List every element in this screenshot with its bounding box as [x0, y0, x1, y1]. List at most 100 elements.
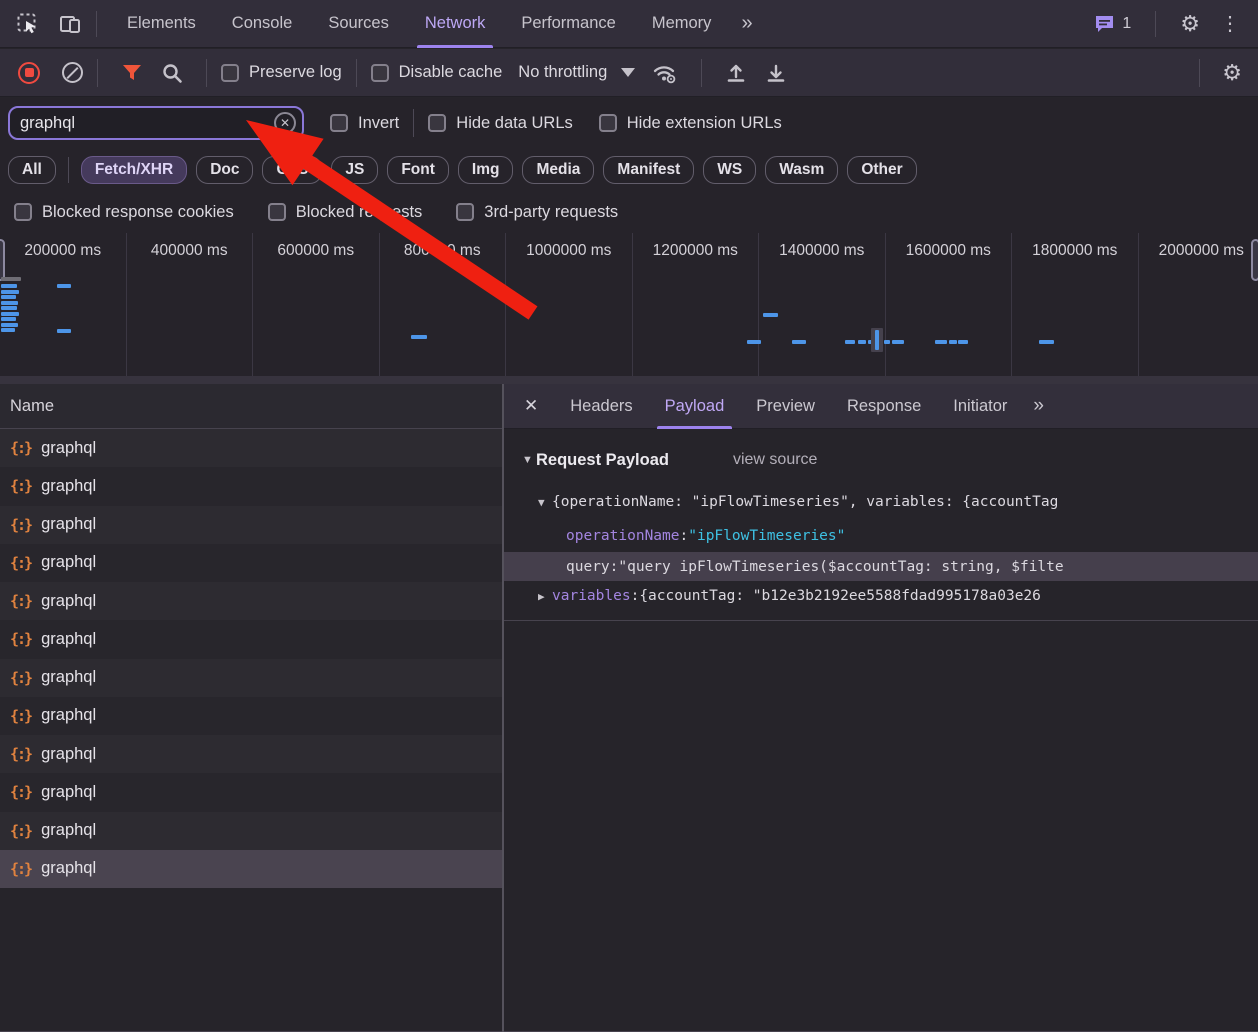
preserve-log-checkbox[interactable]: Preserve log: [221, 63, 342, 82]
inspect-element-icon[interactable]: [14, 10, 42, 38]
chip-other[interactable]: Other: [847, 156, 916, 184]
variables-line[interactable]: ▶ variables : {accountTag: "b12e3b2192ee…: [504, 582, 1258, 610]
checkbox[interactable]: [330, 114, 348, 132]
timeline-column: 1200000 ms: [633, 233, 760, 376]
timeline-divider-strip: [0, 376, 1258, 384]
request-row[interactable]: {:}graphql: [0, 429, 502, 467]
blocked-requests-checkbox[interactable]: Blocked requests: [268, 203, 423, 222]
request-row[interactable]: {:}graphql: [0, 850, 502, 888]
search-icon[interactable]: [152, 62, 192, 84]
tab-preview[interactable]: Preview: [740, 384, 831, 429]
more-detail-tabs-icon[interactable]: »: [1023, 395, 1052, 417]
checkbox[interactable]: [599, 114, 617, 132]
chip-doc[interactable]: Doc: [196, 156, 253, 184]
query-line[interactable]: query : "query ipFlowTimeseries($account…: [504, 552, 1258, 581]
timeline-tick-label: 1600000 ms: [886, 233, 1012, 260]
checkbox[interactable]: [456, 203, 474, 221]
tab-response[interactable]: Response: [831, 384, 937, 429]
checkbox[interactable]: [14, 203, 32, 221]
close-detail-icon[interactable]: ✕: [504, 396, 554, 416]
more-tabs-icon[interactable]: »: [729, 12, 762, 35]
issues-count: 1: [1122, 15, 1131, 33]
divider: [97, 59, 98, 87]
disable-cache-label: Disable cache: [399, 63, 503, 82]
import-har-icon[interactable]: [716, 62, 756, 84]
request-row[interactable]: {:}graphql: [0, 697, 502, 735]
operation-name-line[interactable]: operationName : "ipFlowTimeseries": [504, 522, 1258, 550]
request-row[interactable]: {:}graphql: [0, 506, 502, 544]
export-har-icon[interactable]: [756, 62, 796, 84]
extra-filter-checkboxes: Blocked response cookies Blocked request…: [0, 191, 1258, 233]
timeline-column: 600000 ms: [253, 233, 380, 376]
timeline-request-bar: [57, 284, 71, 288]
name-column-header[interactable]: Name: [0, 384, 502, 429]
chip-ws[interactable]: WS: [703, 156, 756, 184]
tab-elements[interactable]: Elements: [109, 0, 214, 48]
tab-initiator[interactable]: Initiator: [937, 384, 1023, 429]
payload-summary-line[interactable]: ▼ {operationName: "ipFlowTimeseries", va…: [504, 488, 1258, 516]
kebab-menu-icon[interactable]: ⋮: [1212, 11, 1248, 36]
preserve-log-label: Preserve log: [249, 63, 342, 82]
request-row[interactable]: {:}graphql: [0, 735, 502, 773]
tab-payload[interactable]: Payload: [649, 384, 741, 429]
filter-text-value: graphql: [20, 114, 75, 133]
request-row[interactable]: {:}graphql: [0, 659, 502, 697]
settings-gear-icon[interactable]: ⚙: [1172, 11, 1208, 37]
request-row[interactable]: {:}graphql: [0, 620, 502, 658]
request-name: graphql: [41, 821, 96, 840]
timeline-tick-label: 1200000 ms: [633, 233, 759, 260]
tab-console[interactable]: Console: [214, 0, 311, 48]
chip-fetch-xhr[interactable]: Fetch/XHR: [81, 156, 187, 184]
tab-sources[interactable]: Sources: [310, 0, 407, 48]
checkbox[interactable]: [371, 64, 389, 82]
divider: [356, 59, 357, 87]
issues-counter[interactable]: 1: [1086, 14, 1139, 34]
request-detail-panel: ✕ Headers Payload Preview Response Initi…: [504, 384, 1258, 1032]
network-overview-timeline[interactable]: 200000 ms400000 ms600000 ms800000 ms1000…: [0, 233, 1258, 376]
record-network-log-button[interactable]: [18, 62, 40, 84]
chip-css[interactable]: CSS: [262, 156, 322, 184]
third-party-requests-checkbox[interactable]: 3rd-party requests: [456, 203, 618, 222]
chip-all[interactable]: All: [8, 156, 56, 184]
timeline-request-bar: [1, 295, 16, 299]
invert-checkbox[interactable]: Invert: [330, 114, 399, 133]
disable-cache-checkbox[interactable]: Disable cache: [371, 63, 503, 82]
throttling-dropdown[interactable]: No throttling: [518, 63, 635, 82]
chip-js[interactable]: JS: [331, 156, 378, 184]
chip-manifest[interactable]: Manifest: [603, 156, 694, 184]
blocked-requests-label: Blocked requests: [296, 203, 423, 222]
tab-headers[interactable]: Headers: [554, 384, 648, 429]
checkbox[interactable]: [221, 64, 239, 82]
hide-data-urls-checkbox[interactable]: Hide data URLs: [428, 114, 572, 133]
filter-text-input[interactable]: graphql ✕: [8, 106, 304, 140]
request-row[interactable]: {:}graphql: [0, 467, 502, 505]
chip-media[interactable]: Media: [522, 156, 594, 184]
hide-extension-urls-checkbox[interactable]: Hide extension URLs: [599, 114, 782, 133]
request-row[interactable]: {:}graphql: [0, 582, 502, 620]
request-row[interactable]: {:}graphql: [0, 812, 502, 850]
network-settings-gear-icon[interactable]: ⚙: [1214, 60, 1250, 86]
chip-wasm[interactable]: Wasm: [765, 156, 838, 184]
timeline-request-bar: [1, 317, 16, 321]
chip-font[interactable]: Font: [387, 156, 449, 184]
blocked-response-cookies-checkbox[interactable]: Blocked response cookies: [14, 203, 234, 222]
checkbox[interactable]: [268, 203, 286, 221]
timeline-request-bar: [1, 277, 21, 281]
tab-performance[interactable]: Performance: [503, 0, 633, 48]
collapse-caret-icon[interactable]: ▼: [522, 454, 536, 466]
tab-network[interactable]: Network: [407, 0, 504, 48]
tab-memory[interactable]: Memory: [634, 0, 730, 48]
filter-funnel-icon[interactable]: [112, 62, 152, 84]
clear-filter-icon[interactable]: ✕: [274, 112, 296, 134]
checkbox[interactable]: [428, 114, 446, 132]
request-row[interactable]: {:}graphql: [0, 773, 502, 811]
expand-caret-icon[interactable]: ▶: [538, 590, 552, 603]
device-toolbar-icon[interactable]: [56, 10, 84, 38]
collapse-caret-icon[interactable]: ▼: [538, 496, 552, 509]
request-row[interactable]: {:}graphql: [0, 544, 502, 582]
chevron-down-icon: [621, 68, 635, 77]
view-source-link[interactable]: view source: [733, 451, 817, 469]
chip-img[interactable]: Img: [458, 156, 514, 184]
clear-network-log-button[interactable]: [62, 62, 83, 83]
network-conditions-icon[interactable]: [643, 62, 687, 84]
